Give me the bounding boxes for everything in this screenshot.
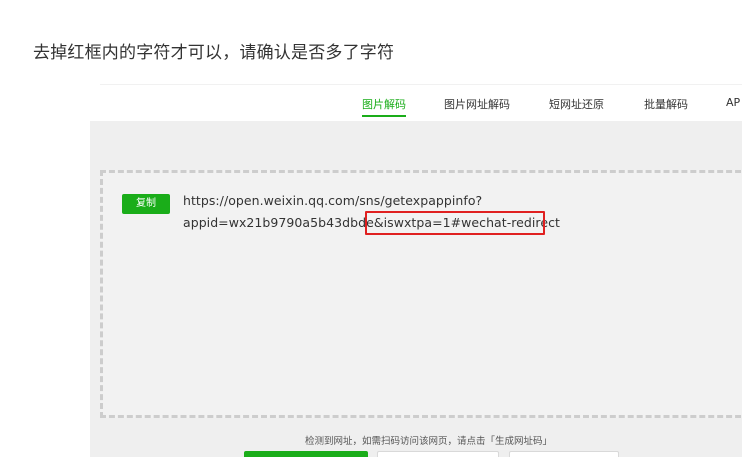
tab-batch-decode[interactable]: 批量解码 [644, 96, 688, 112]
tab-image-url-decode[interactable]: 图片网址解码 [444, 96, 510, 112]
tab-label: 图片解码 [362, 98, 406, 111]
copy-button[interactable]: 复制 [122, 194, 170, 214]
red-highlight-box [365, 211, 545, 235]
page: 去掉红框内的字符才可以，请确认是否多了字符 图片解码 图片网址解码 短网址还原 … [0, 0, 742, 457]
tab-label: AP [726, 96, 741, 109]
tab-image-decode[interactable]: 图片解码 [362, 96, 406, 117]
secondary-action-button[interactable] [377, 451, 499, 457]
decoder-tabs: 图片解码 图片网址解码 短网址还原 批量解码 AP [0, 96, 742, 118]
generate-url-code-button[interactable] [244, 451, 368, 457]
tab-label: 短网址还原 [549, 98, 604, 111]
divider [100, 84, 742, 85]
tab-label: 批量解码 [644, 98, 688, 111]
tab-label: 图片网址解码 [444, 98, 510, 111]
post-question-text: 去掉红框内的字符才可以，请确认是否多了字符 [33, 43, 395, 63]
active-tab-indicator [362, 115, 406, 117]
secondary-action-button[interactable] [509, 451, 619, 457]
decoded-url-line-1: https://open.weixin.qq.com/sns/getexpapp… [183, 193, 483, 208]
tab-short-url-restore[interactable]: 短网址还原 [549, 96, 604, 112]
url-detected-hint: 检测到网址，如需扫码访问该网页，请点击「生成网址码」 [305, 436, 553, 447]
tab-api[interactable]: AP [726, 96, 740, 109]
